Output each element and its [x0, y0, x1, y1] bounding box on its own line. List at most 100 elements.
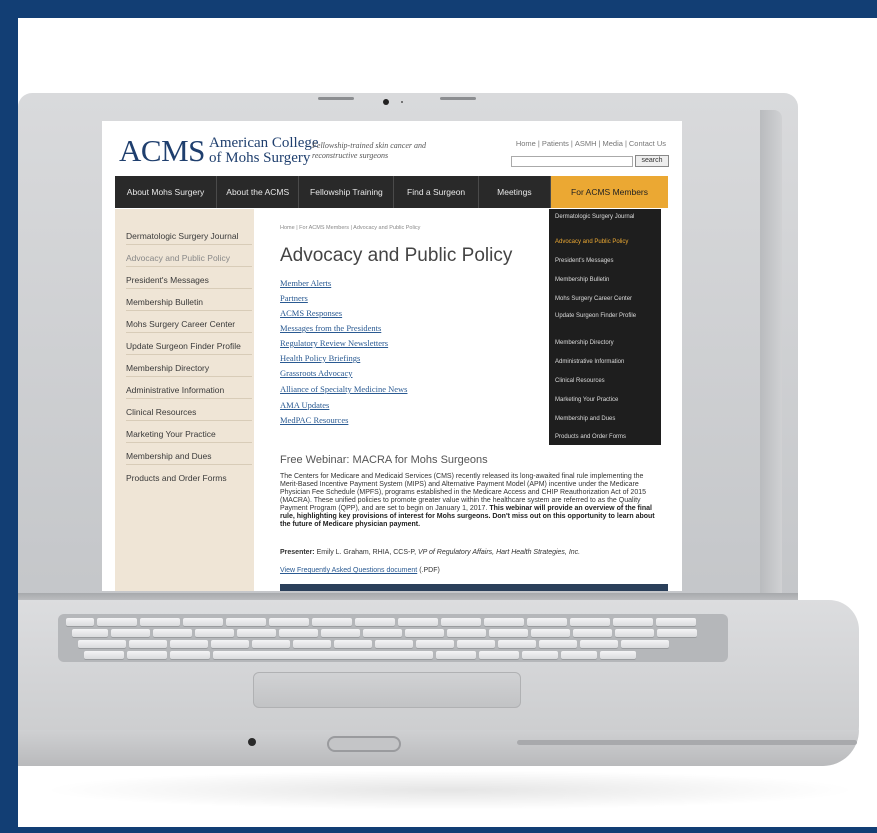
keyboard-key — [72, 629, 108, 637]
keyboard-key — [527, 618, 567, 626]
webinar-title: Free Webinar: MACRA for Mohs Surgeons — [280, 454, 488, 466]
sidebar-item-marketing-your-practice[interactable]: Marketing Your Practice — [126, 429, 252, 443]
top-link-patients[interactable]: Patients — [540, 139, 571, 148]
sidebar-item-administrative-information[interactable]: Administrative Information — [126, 385, 252, 399]
sidebar-item-advocacy-public-policy[interactable]: Advocacy and Public Policy — [126, 253, 252, 267]
keyboard-key — [170, 640, 208, 648]
dropdown-item-dermatologic-surgery-journal[interactable]: Dermatologic Surgery Journal — [555, 214, 657, 221]
keyboard-key — [498, 640, 536, 648]
keyboard-key — [479, 651, 519, 659]
dropdown-item-presidents-messages[interactable]: President's Messages — [555, 258, 657, 265]
keyboard-key — [580, 640, 618, 648]
keyboard-key — [312, 618, 352, 626]
keyboard — [58, 614, 728, 662]
link-acms-responses[interactable]: ACMS Responses — [280, 308, 342, 318]
dropdown-item-marketing-your-practice[interactable]: Marketing Your Practice — [555, 397, 657, 404]
keyboard-key — [355, 618, 395, 626]
link-alliance-specialty-medicine[interactable]: Alliance of Specialty Medicine News — [280, 384, 407, 394]
webinar-description: The Centers for Medicare and Medicaid Se… — [280, 473, 660, 529]
keyboard-key — [78, 640, 126, 648]
laptop-shadow — [40, 770, 860, 810]
keyboard-key — [153, 629, 192, 637]
top-link-asmh[interactable]: ASMH — [573, 139, 599, 148]
link-ama-updates[interactable]: AMA Updates — [280, 400, 329, 410]
sidebar-item-dermatologic-surgery-journal[interactable]: Dermatologic Surgery Journal — [126, 231, 252, 245]
nav-meetings[interactable]: Meetings — [479, 176, 552, 208]
keyboard-key — [436, 651, 476, 659]
keyboard-key — [522, 651, 558, 659]
search-button[interactable]: search — [635, 155, 669, 167]
keyboard-key — [657, 629, 697, 637]
dropdown-item-update-surgeon-finder[interactable]: Update Surgeon Finder Profile — [555, 313, 657, 320]
sidebar-item-membership-directory[interactable]: Membership Directory — [126, 363, 252, 377]
nav-find-a-surgeon[interactable]: Find a Surgeon — [394, 176, 479, 208]
presenter-role: VP of Regulatory Affairs, Hart Health St… — [418, 549, 581, 556]
camera-light-icon — [401, 101, 403, 103]
frame-border-bottom — [0, 827, 877, 833]
link-grassroots-advocacy[interactable]: Grassroots Advocacy — [280, 368, 352, 378]
dropdown-item-career-center[interactable]: Mohs Surgery Career Center — [555, 296, 657, 303]
organization-name-line2: of Mohs Surgery — [209, 150, 311, 166]
dropdown-item-membership-directory[interactable]: Membership Directory — [555, 340, 657, 347]
link-regulatory-review[interactable]: Regulatory Review Newsletters — [280, 338, 388, 348]
keyboard-key — [269, 618, 309, 626]
sidebar-item-update-surgeon-finder[interactable]: Update Surgeon Finder Profile — [126, 341, 252, 355]
dropdown-item-administrative-information[interactable]: Administrative Information — [555, 359, 657, 366]
laptop-front-edge — [18, 730, 859, 766]
top-link-home[interactable]: Home — [514, 139, 538, 148]
link-health-policy-briefings[interactable]: Health Policy Briefings — [280, 353, 360, 363]
sidebar: Dermatologic Surgery Journal Advocacy an… — [115, 209, 254, 591]
dropdown-item-products-order-forms[interactable]: Products and Order Forms — [555, 434, 657, 441]
site-logo[interactable]: ACMS — [119, 133, 205, 169]
nav-for-acms-members[interactable]: For ACMS Members — [551, 176, 668, 208]
faq-document: View Frequently Asked Questions document… — [280, 567, 440, 574]
keyboard-key — [441, 618, 481, 626]
link-messages-presidents[interactable]: Messages from the Presidents — [280, 323, 381, 333]
keyboard-spacebar — [213, 651, 433, 659]
nav-fellowship-training[interactable]: Fellowship Training — [299, 176, 395, 208]
sidebar-item-membership-bulletin[interactable]: Membership Bulletin — [126, 297, 252, 311]
keyboard-key — [656, 618, 696, 626]
sidebar-item-clinical-resources[interactable]: Clinical Resources — [126, 407, 252, 421]
keyboard-key — [489, 629, 528, 637]
keyboard-key — [195, 629, 234, 637]
dropdown-item-membership-dues[interactable]: Membership and Dues — [555, 416, 657, 423]
keyboard-key — [170, 651, 210, 659]
dropdown-item-advocacy-public-policy[interactable]: Advocacy and Public Policy — [555, 239, 657, 246]
keyboard-key — [321, 629, 360, 637]
sidebar-item-products-order-forms[interactable]: Products and Order Forms — [126, 473, 252, 486]
keyboard-key — [398, 618, 438, 626]
sidebar-item-membership-dues[interactable]: Membership and Dues — [126, 451, 252, 465]
breadcrumb[interactable]: Home | For ACMS Members | Advocacy and P… — [280, 225, 420, 231]
link-member-alerts[interactable]: Member Alerts — [280, 278, 331, 288]
content-footer-bar — [280, 584, 668, 591]
bezel-mark — [440, 97, 476, 100]
keyboard-row — [66, 618, 696, 626]
keyboard-key — [211, 640, 249, 648]
dropdown-item-clinical-resources[interactable]: Clinical Resources — [555, 378, 657, 385]
search-input[interactable] — [511, 156, 633, 167]
frame-border-left — [0, 0, 18, 833]
presenter-label: Presenter: — [280, 549, 315, 556]
sidebar-item-presidents-messages[interactable]: President's Messages — [126, 275, 252, 289]
keyboard-key — [334, 640, 372, 648]
top-link-contact[interactable]: Contact Us — [627, 139, 668, 148]
keyboard-key — [293, 640, 331, 648]
keyboard-key — [252, 640, 290, 648]
nav-about-acms[interactable]: About the ACMS — [217, 176, 300, 208]
faq-document-link[interactable]: View Frequently Asked Questions document — [280, 567, 417, 574]
keyboard-row — [72, 629, 697, 637]
keyboard-row — [84, 651, 636, 659]
dropdown-item-membership-bulletin[interactable]: Membership Bulletin — [555, 277, 657, 284]
link-partners[interactable]: Partners — [280, 293, 308, 303]
link-medpac-resources[interactable]: MedPAC Resources — [280, 415, 348, 425]
keyboard-key — [531, 629, 570, 637]
sleep-indicator-icon — [248, 738, 256, 746]
faq-document-type: (.PDF) — [419, 567, 440, 574]
top-links: Home | Patients | ASMH | Media | Contact Us — [514, 139, 668, 148]
trackpad — [253, 672, 521, 708]
sidebar-item-career-center[interactable]: Mohs Surgery Career Center — [126, 319, 252, 333]
top-link-media[interactable]: Media — [601, 139, 625, 148]
keyboard-key — [570, 618, 610, 626]
nav-about-mohs-surgery[interactable]: About Mohs Surgery — [115, 176, 218, 208]
